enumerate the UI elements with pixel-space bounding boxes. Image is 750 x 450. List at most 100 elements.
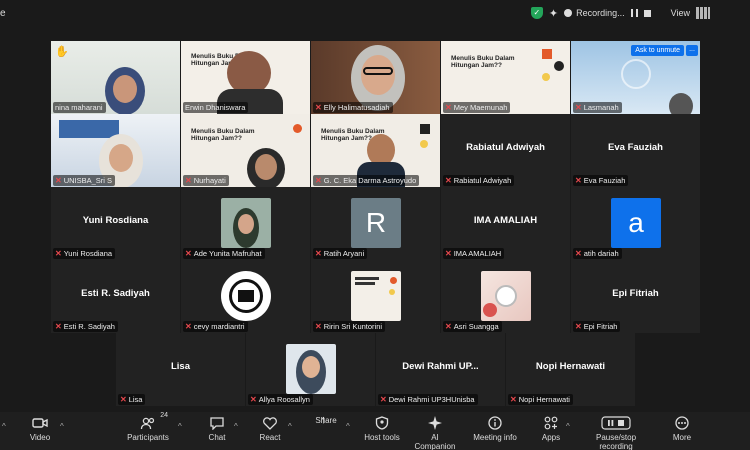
pause-stop-recording-button[interactable]: Pause/stop recording [580, 416, 652, 450]
participant-display-name: Eva Fauziah [608, 142, 663, 153]
mic-muted-icon: ✕ [575, 322, 582, 331]
participant-tile[interactable]: Ask to unmute ... ✕ Lasmanah [571, 41, 700, 114]
glasses [363, 67, 393, 75]
participant-tile[interactable]: Lisa ✕ Lisa [116, 333, 245, 406]
participant-name: nina maharani [55, 103, 103, 112]
participant-tile[interactable]: IMA AMALIAH ✕ IMA AMALIAH [441, 187, 570, 260]
participant-face [238, 214, 254, 234]
apps-button[interactable]: Apps [538, 416, 564, 442]
stop-recording-icon[interactable] [643, 9, 651, 17]
participant-tile[interactable]: ✕ Allya Roosallyn [246, 333, 375, 406]
audio-options-caret[interactable]: ^ [2, 422, 6, 431]
participant-tile[interactable]: ✕ Elly Halimatusadiah [311, 41, 440, 114]
mic-muted-icon: ✕ [445, 176, 452, 185]
participant-nametag: ✕ Yuni Rosdiana [53, 248, 116, 259]
participant-name: Yuni Rosdiana [63, 249, 113, 258]
participant-nametag: ✕ Nurhayati [183, 175, 229, 186]
participant-tile[interactable]: ✕ UNISBA_Sri S [51, 114, 180, 187]
share-button[interactable]: Share [312, 416, 340, 425]
mic-muted-icon: ✕ [445, 322, 452, 331]
avatar-initial: R [351, 198, 401, 248]
participant-nametag: Erwin Dhaniswara [183, 102, 249, 113]
mic-muted-icon: ✕ [120, 395, 127, 404]
chat-button[interactable]: Chat [204, 416, 230, 442]
participant-nametag: nina maharani [53, 102, 106, 113]
participant-tile[interactable]: Menulis Buku Dalam Hitungan Jam?? ✕ Mey M… [441, 41, 570, 114]
participant-tile[interactable]: a ✕ atih dariah [571, 187, 700, 260]
apps-icon [544, 416, 558, 430]
share-options-caret[interactable]: ^ [346, 422, 350, 431]
participant-tile[interactable]: Eva Fauziah ✕ Eva Fauziah [571, 114, 700, 187]
participant-tile[interactable]: Dewi Rahmi UP... ✕ Dewi Rahmi UP3HUnisba [376, 333, 505, 406]
participant-tile[interactable]: ✕ cevy mardiantri [181, 260, 310, 333]
poster-decoration [554, 61, 564, 71]
participant-tile[interactable]: Menulis Buku Dalam Hitungan Jam?? Erwin D… [181, 41, 310, 114]
participant-nametag: ✕ Asri Suangga [443, 321, 502, 332]
participants-options-caret[interactable]: ^ [178, 422, 182, 431]
mic-muted-icon: ✕ [315, 176, 322, 185]
tile-more-button[interactable]: ... [686, 45, 698, 56]
virtual-background-shape [621, 59, 651, 89]
ai-companion-button[interactable]: AI Companion [410, 416, 460, 450]
participant-display-name: Nopi Hernawati [535, 361, 606, 372]
poster-title: Menulis Buku Dalam Hitungan Jam?? [451, 55, 515, 69]
poster-decoration [293, 124, 302, 133]
poster-decoration [542, 73, 550, 81]
participant-name: Mey Maemunah [453, 103, 508, 112]
gallery-grid-icon[interactable] [696, 7, 710, 19]
background-banner [59, 120, 119, 138]
profile-photo [286, 344, 336, 394]
participant-face [255, 154, 277, 180]
chat-options-caret[interactable]: ^ [234, 422, 238, 431]
participant-tile[interactable]: ✕ Ade Yunita Mafruhat [181, 187, 310, 260]
profile-photo [221, 198, 271, 248]
participant-tile[interactable]: ✕ Asri Suangga [441, 260, 570, 333]
mic-muted-icon: ✕ [575, 249, 582, 258]
participant-tile[interactable]: Epi Fitriah ✕ Epi Fitriah [571, 260, 700, 333]
react-options-caret[interactable]: ^ [288, 422, 292, 431]
video-button[interactable]: Video [26, 416, 54, 442]
participant-face [361, 55, 395, 95]
participants-button[interactable]: 24 Participants [126, 412, 170, 442]
participant-name: Lisa [128, 395, 143, 404]
participant-tile[interactable]: Rabiatul Adwiyah ✕ Rabiatul Adwiyah [441, 114, 570, 187]
more-button[interactable]: More [670, 416, 694, 442]
participant-face [302, 356, 320, 378]
poster-title: Menulis Buku Dalam Hitungan Jam?? [191, 128, 255, 142]
pause-recording-icon[interactable] [630, 9, 638, 17]
camera-icon [32, 418, 48, 428]
participant-nametag: ✕ Epi Fitriah [573, 321, 621, 332]
participant-display-name: Esti R. Sadiyah [81, 288, 150, 299]
ai-sparkle-icon[interactable]: ✦ [549, 7, 558, 20]
meeting-info-button[interactable]: Meeting info [472, 416, 518, 442]
view-button[interactable]: View [671, 8, 690, 18]
participant-name: Ade Yunita Mafruhat [193, 249, 262, 258]
participant-tile[interactable]: Menulis Buku Dalam Hitungan Jam?? ✕ Nurha… [181, 114, 310, 187]
participant-display-name: IMA AMALIAH [473, 215, 538, 226]
more-label: More [672, 433, 692, 442]
video-options-caret[interactable]: ^ [60, 422, 64, 431]
participant-tile[interactable]: ✋ nina maharani [51, 41, 180, 114]
apps-options-caret[interactable]: ^ [566, 422, 570, 431]
poster-decoration [390, 277, 397, 284]
mic-muted-icon: ✕ [55, 249, 62, 258]
poster-decoration [542, 49, 552, 59]
host-tools-button[interactable]: Host tools [362, 416, 402, 442]
poster-text-line [355, 277, 379, 280]
participant-display-name: Epi Fitriah [612, 288, 659, 299]
react-button[interactable]: React [256, 416, 284, 442]
recording-indicator: Recording... [564, 8, 625, 18]
participant-display-name: Dewi Rahmi UP... [402, 361, 479, 372]
shield-icon[interactable]: ✓ [530, 7, 543, 19]
participant-tile[interactable]: Esti R. Sadiyah ✕ Esti R. Sadiyah [51, 260, 180, 333]
participants-label: Participants [127, 433, 169, 442]
mic-muted-icon: ✕ [510, 395, 517, 404]
participant-tile[interactable]: R ✕ Ratih Aryani [311, 187, 440, 260]
ask-to-unmute-button[interactable]: Ask to unmute [631, 45, 684, 56]
participant-tile[interactable]: Nopi Hernawati ✕ Nopi Hernawati [506, 333, 635, 406]
participant-name: Nurhayati [193, 176, 226, 185]
participant-tile[interactable]: ✕ Ririn Sri Kuntorini [311, 260, 440, 333]
participant-tile[interactable]: Yuni Rosdiana ✕ Yuni Rosdiana [51, 187, 180, 260]
participant-tile[interactable]: Menulis Buku Dalam Hitungan Jam?? ✕ G. C.… [311, 114, 440, 187]
participant-name: Ratih Aryani [323, 249, 365, 258]
